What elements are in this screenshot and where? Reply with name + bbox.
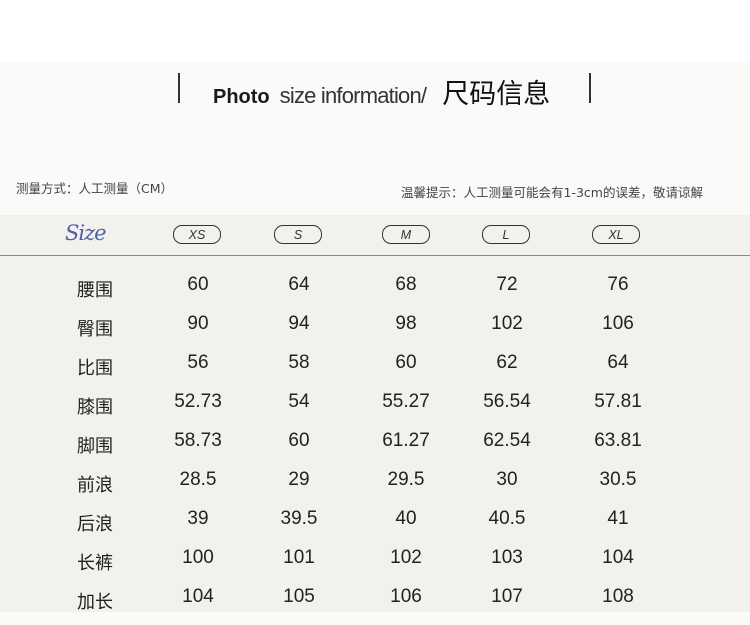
page-title: Photo size information/ 尺码信息: [213, 72, 551, 110]
table-cell: 57.81: [594, 391, 642, 412]
row-label: 脚围: [77, 436, 113, 457]
size-column-label: Size: [65, 221, 107, 245]
table-cell: 61.27: [382, 430, 430, 451]
table-cell: 56: [187, 352, 209, 373]
table-cell: 52.73: [174, 391, 222, 412]
row-label: 前浪: [77, 475, 113, 496]
table-cell: 28.5: [179, 469, 217, 490]
row-label: 加长: [77, 592, 113, 613]
table-cell: 63.81: [594, 430, 642, 451]
size-pill-xl: XL: [592, 225, 640, 244]
table-cell: 103: [491, 547, 523, 568]
table-cell: 30: [496, 469, 518, 490]
table-row: 比围 56 58 60 62 64: [0, 352, 750, 391]
row-label: 臀围: [77, 319, 113, 340]
table-cell: 40: [395, 508, 417, 529]
table-cell: 105: [283, 586, 315, 607]
table-row: 脚围 58.73 60 61.27 62.54 63.81: [0, 430, 750, 469]
table-cell: 29.5: [387, 469, 425, 490]
table-cell: 62: [496, 352, 518, 373]
table-cell: 60: [288, 430, 310, 451]
table-cell: 102: [491, 313, 523, 334]
table-cell: 30.5: [599, 469, 637, 490]
row-label: 比围: [77, 358, 113, 379]
table-cell: 102: [390, 547, 422, 568]
table-cell: 64: [288, 274, 310, 295]
size-pill-l: L: [482, 225, 530, 244]
row-label: 膝围: [77, 397, 113, 418]
table-cell: 29: [288, 469, 310, 490]
table-cell: 68: [395, 274, 417, 295]
table-cell: 55.27: [382, 391, 430, 412]
table-cell: 104: [602, 547, 634, 568]
row-label: 后浪: [77, 514, 113, 535]
table-cell: 39.5: [280, 508, 318, 529]
table-cell: 101: [283, 547, 315, 568]
table-cell: 40.5: [488, 508, 526, 529]
title-photo: Photo: [213, 86, 270, 108]
table-cell: 108: [602, 586, 634, 607]
table-row: 膝围 52.73 54 55.27 56.54 57.81: [0, 391, 750, 430]
table-cell: 41: [607, 508, 629, 529]
table-row: 加长 104 105 106 107 108: [0, 586, 750, 625]
table-cell: 106: [602, 313, 634, 334]
title-chinese: 尺码信息: [442, 79, 551, 110]
table-cell: 54: [288, 391, 310, 412]
row-label: 长裤: [77, 553, 113, 574]
title-size-information: size information/: [279, 83, 427, 108]
table-cell: 100: [182, 547, 214, 568]
measure-method-note: 测量方式：人工测量（CM）: [16, 181, 174, 196]
table-cell: 107: [491, 586, 523, 607]
measure-tip-note: 温馨提示：人工测量可能会有1-3cm的误差，敬请谅解: [401, 185, 703, 200]
table-cell: 60: [187, 274, 209, 295]
size-pill-s: S: [274, 225, 322, 244]
table-cell: 106: [390, 586, 422, 607]
table-cell: 62.54: [483, 430, 531, 451]
table-row: 长裤 100 101 102 103 104: [0, 547, 750, 586]
table-cell: 90: [187, 313, 209, 334]
table-cell: 60: [395, 352, 417, 373]
top-band: [0, 0, 750, 62]
table-cell: 39: [187, 508, 209, 529]
table-cell: 104: [182, 586, 214, 607]
table-row: 臀围 90 94 98 102 106: [0, 313, 750, 352]
table-cell: 76: [607, 274, 629, 295]
table-cell: 56.54: [483, 391, 531, 412]
table-cell: 64: [607, 352, 629, 373]
size-pill-xs: XS: [173, 225, 221, 244]
table-cell: 58: [288, 352, 310, 373]
table-row: 前浪 28.5 29 29.5 30 30.5: [0, 469, 750, 508]
table-cell: 98: [395, 313, 417, 334]
row-label: 腰围: [77, 280, 113, 301]
title-divider-right: [589, 73, 591, 103]
table-row: 腰围 60 64 68 72 76: [0, 274, 750, 313]
table-cell: 58.73: [174, 430, 222, 451]
table-cell: 72: [496, 274, 518, 295]
title-divider-left: [178, 73, 180, 103]
table-cell: 94: [288, 313, 310, 334]
size-pill-m: M: [382, 225, 430, 244]
table-row: 后浪 39 39.5 40 40.5 41: [0, 508, 750, 547]
